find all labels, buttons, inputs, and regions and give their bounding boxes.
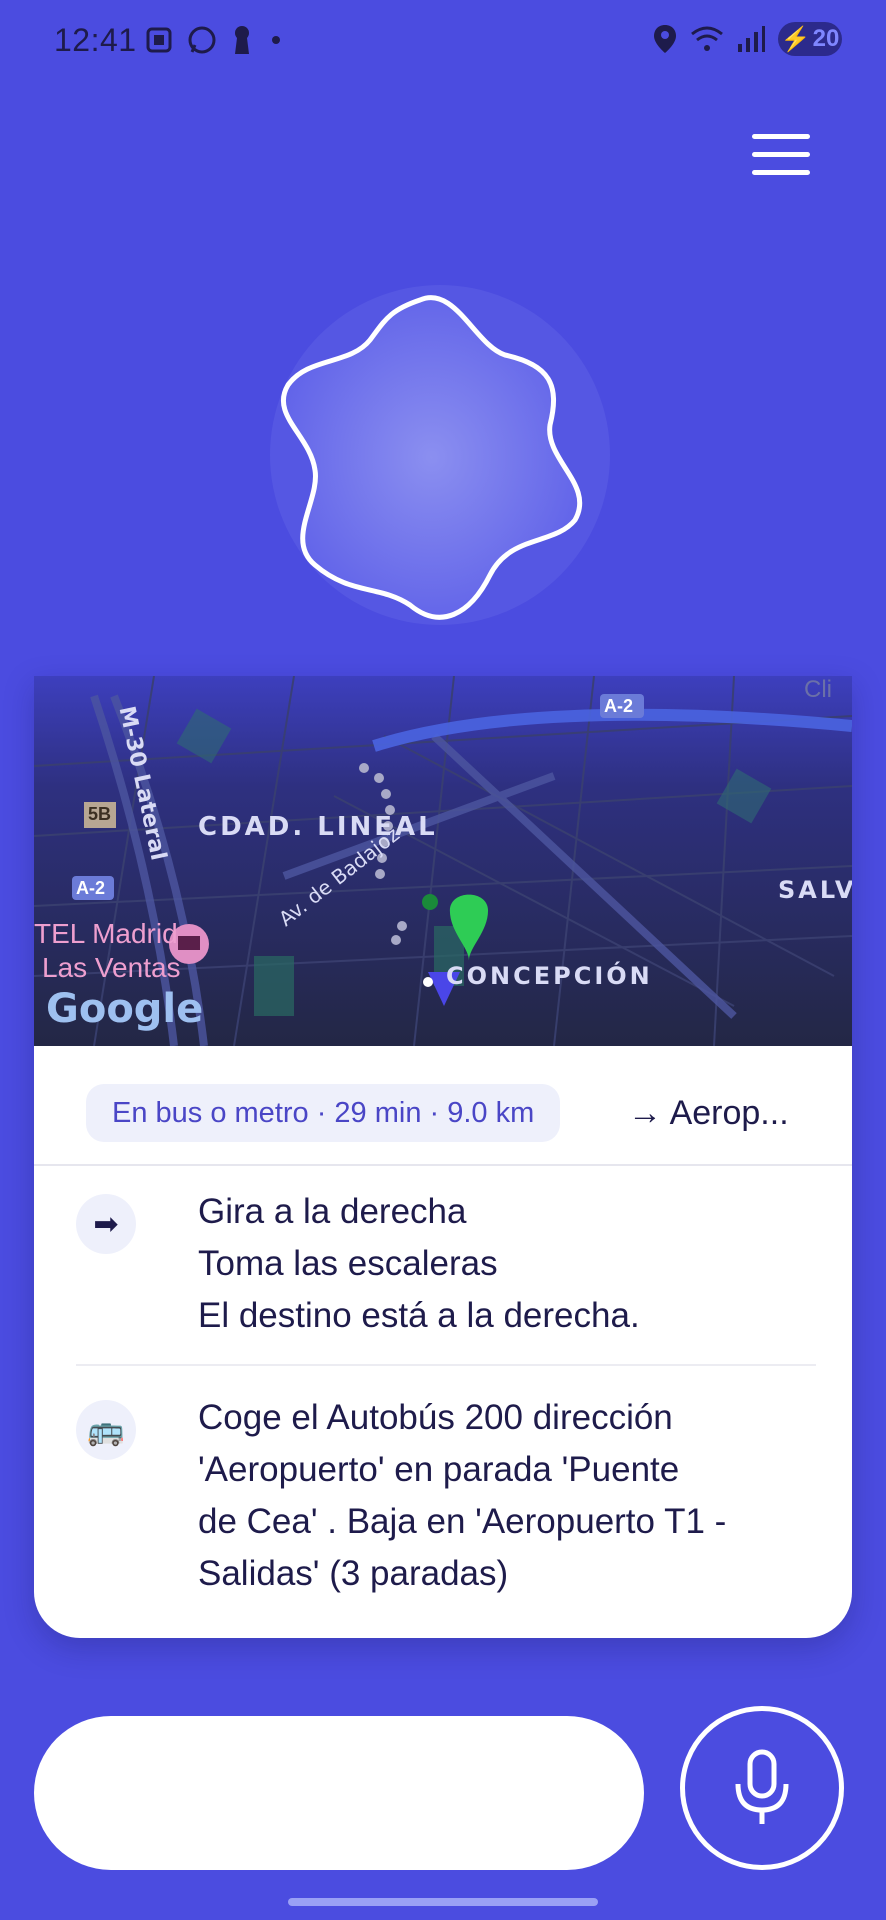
step-text: Gira a la derecha Toma las escaleras El … xyxy=(198,1186,828,1342)
home-indicator[interactable] xyxy=(288,1898,598,1906)
step-line: Gira a la derecha xyxy=(198,1192,467,1231)
map-label-cli: Cli xyxy=(804,676,832,703)
menu-line xyxy=(752,170,810,175)
step-line: de Cea' . Baja en 'Aeropuerto T1 - xyxy=(198,1502,727,1541)
route-summary-chip[interactable]: En bus o metro · 29 min · 9.0 km xyxy=(86,1084,561,1142)
step-line: Toma las escaleras xyxy=(198,1244,498,1283)
status-notification-icons xyxy=(144,24,286,56)
map-label-hotel-line1: TEL Madrid xyxy=(34,918,178,949)
message-input[interactable] xyxy=(34,1716,644,1870)
location-icon xyxy=(654,25,676,53)
screenshot-icon xyxy=(146,27,172,53)
menu-line xyxy=(752,134,810,139)
arrow-right-icon: ➡ xyxy=(76,1194,136,1254)
route-map[interactable]: CDAD. LINEAL CONCEPCIÓN SALVA Av. de Bad… xyxy=(34,676,852,1046)
battery-indicator: ⚡ 20 xyxy=(778,22,842,56)
step-line: Coge el Autobús 200 dirección xyxy=(198,1398,673,1437)
menu-line xyxy=(752,152,810,157)
battery-level: 20 xyxy=(812,25,840,52)
wifi-icon xyxy=(691,26,723,51)
signal-icon xyxy=(738,26,765,52)
google-logo: Google xyxy=(46,986,204,1032)
step-item: 🚌 Coge el Autobús 200 dirección 'Aeropue… xyxy=(76,1392,816,1612)
step-text: Coge el Autobús 200 dirección 'Aeropuert… xyxy=(198,1392,828,1600)
map-label-a2-left: A-2 xyxy=(76,878,106,898)
route-destination[interactable]: → Aerop... xyxy=(628,1084,789,1142)
step-line: Salidas' (3 paradas) xyxy=(198,1554,509,1593)
whatsapp-icon xyxy=(188,26,216,54)
map-label-a2-top: A-2 xyxy=(604,696,634,716)
step-item: ➡ Gira a la derecha Toma las escaleras E… xyxy=(76,1186,816,1356)
battery-charging-icon: ⚡ xyxy=(780,25,811,53)
map-label-hotel-line2: Las Ventas xyxy=(42,952,181,983)
dot-icon xyxy=(272,36,280,44)
status-time: 12:41 xyxy=(54,22,137,58)
step-line: 'Aeropuerto' en parada 'Puente xyxy=(198,1450,680,1489)
microphone-button[interactable] xyxy=(680,1706,844,1870)
status-system-icons: ⚡ 20 xyxy=(652,22,842,56)
step-line: El destino está a la derecha. xyxy=(198,1296,640,1335)
route-card: CDAD. LINEAL CONCEPCIÓN SALVA Av. de Bad… xyxy=(34,676,852,1638)
menu-icon[interactable] xyxy=(752,134,810,176)
route-summary-row: En bus o metro · 29 min · 9.0 km → Aerop… xyxy=(34,1046,852,1166)
assistant-blob-icon xyxy=(270,285,610,625)
step-divider xyxy=(76,1364,816,1366)
map-label-salva: SALVA xyxy=(778,876,852,904)
keyhole-icon xyxy=(235,26,249,54)
bus-icon: 🚌 xyxy=(76,1400,136,1460)
map-label-exit: 5B xyxy=(88,804,112,824)
microphone-icon xyxy=(735,1749,789,1824)
map-label-concepcion: CONCEPCIÓN xyxy=(446,962,653,990)
